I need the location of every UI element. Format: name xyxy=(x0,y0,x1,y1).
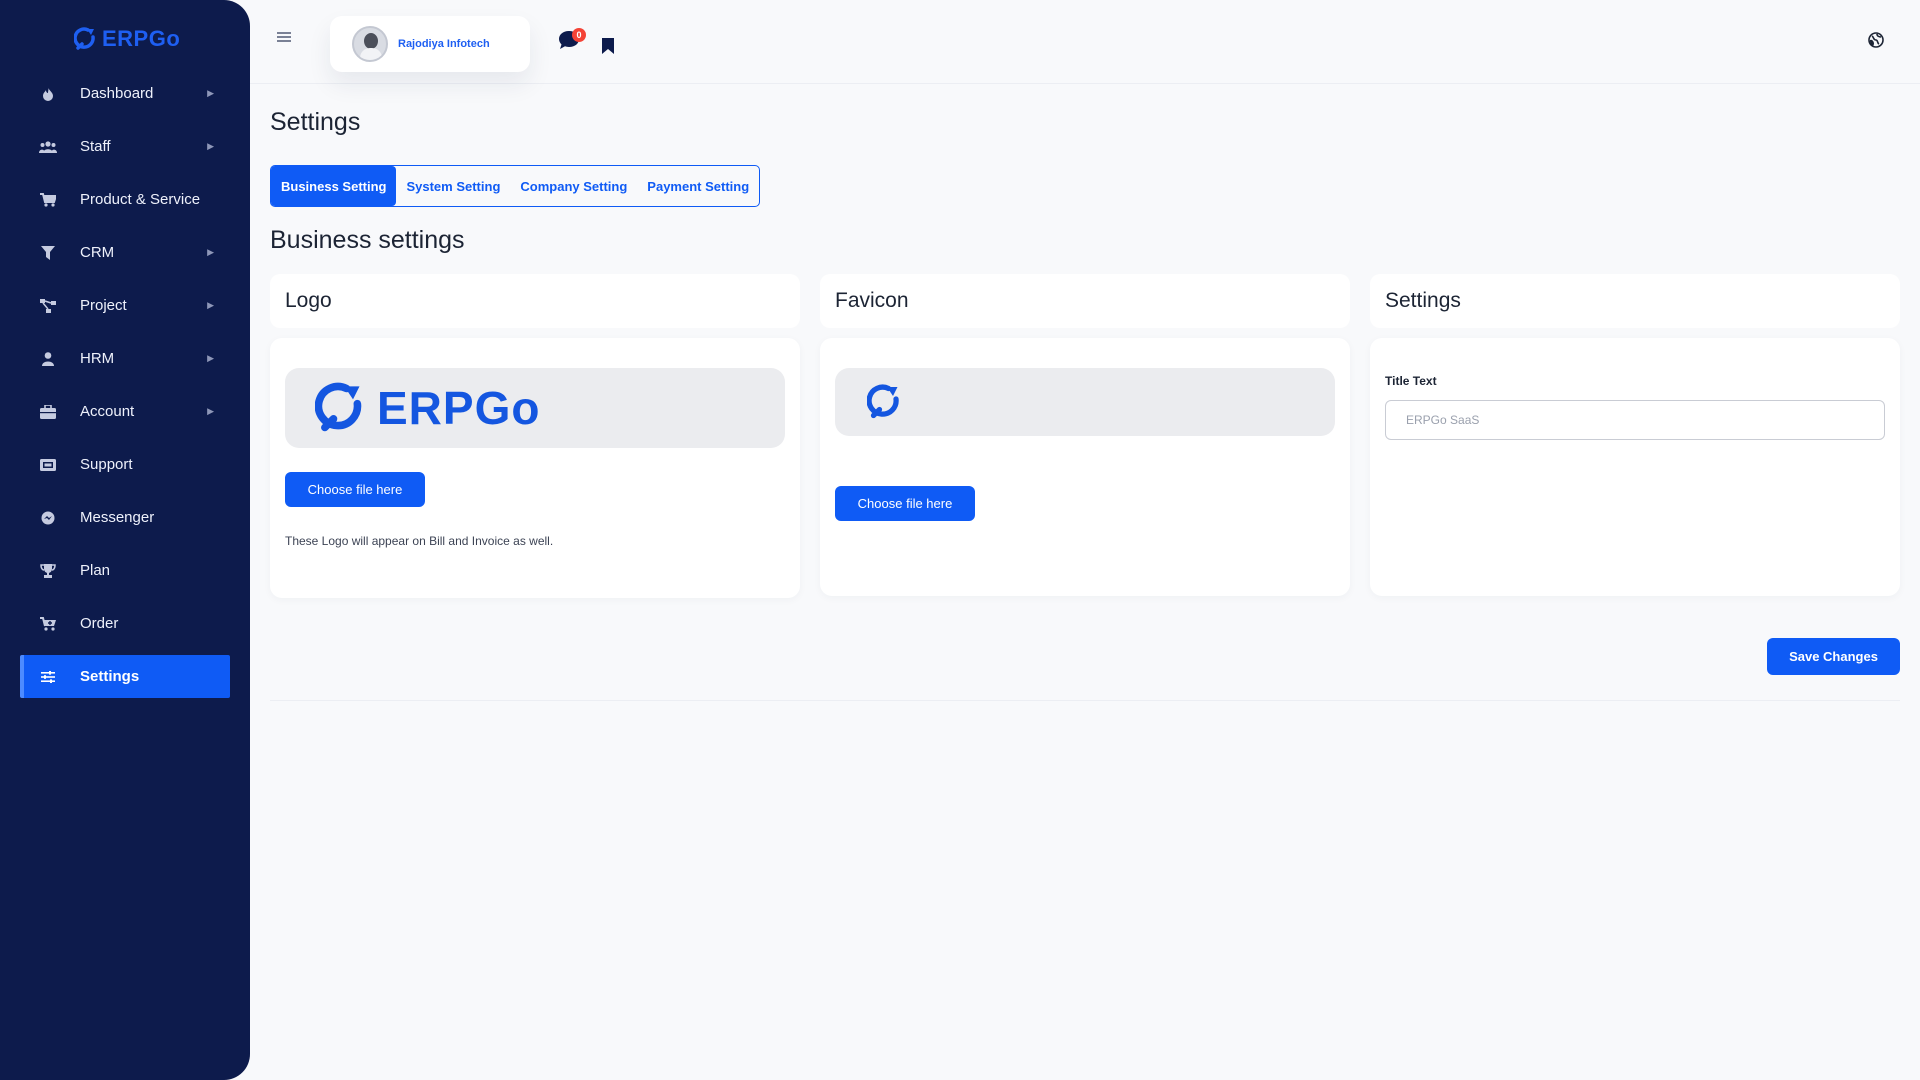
sidebar-item-label: Project xyxy=(80,297,127,314)
messenger-icon xyxy=(34,511,62,525)
sidebar-item-label: Account xyxy=(80,403,135,420)
section-title: Business settings xyxy=(270,226,465,254)
filter-icon xyxy=(34,245,62,260)
cart-plus-icon xyxy=(34,616,62,631)
settings-card: Title Text xyxy=(1370,338,1900,596)
trophy-icon xyxy=(34,563,62,578)
cart-icon xyxy=(34,192,62,207)
sidebar-item-label: Product & Service xyxy=(80,191,201,208)
sidebar: ERPGo Dashboard ▶ Staff ▶ Product & Serv… xyxy=(0,0,250,1080)
tab-system-setting[interactable]: System Setting xyxy=(396,166,510,206)
share-icon xyxy=(34,298,62,313)
chevron-right-icon: ▶ xyxy=(207,141,214,151)
user-name: Rajodiya Infotech xyxy=(398,38,490,50)
chevron-right-icon: ▶ xyxy=(207,353,214,363)
favicon-preview xyxy=(835,368,1335,436)
briefcase-icon xyxy=(34,404,62,419)
sidebar-item-dashboard[interactable]: Dashboard ▶ xyxy=(20,72,230,115)
sidebar-item-staff[interactable]: Staff ▶ xyxy=(20,125,230,168)
sidebar-item-label: HRM xyxy=(80,350,115,367)
title-text-input[interactable] xyxy=(1385,400,1885,440)
erpgo-logo-icon xyxy=(315,382,362,432)
page-title: Settings xyxy=(270,108,361,136)
sidebar-item-label: Plan xyxy=(80,562,111,579)
sidebar-nav: Dashboard ▶ Staff ▶ Product & Service CR… xyxy=(20,72,230,708)
sidebar-item-hrm[interactable]: HRM ▶ xyxy=(20,337,230,380)
erpgo-logo-icon xyxy=(74,27,95,50)
sidebar-item-label: Dashboard xyxy=(80,85,154,102)
avatar xyxy=(352,26,388,62)
chevron-right-icon: ▶ xyxy=(207,300,214,310)
sidebar-item-messenger[interactable]: Messenger xyxy=(20,496,230,539)
title-text-label: Title Text xyxy=(1385,374,1437,388)
logo-preview: ERPGo xyxy=(285,368,785,448)
favicon-card-title: Favicon xyxy=(835,289,909,312)
bookmark-icon[interactable] xyxy=(602,38,614,59)
sliders-icon xyxy=(34,670,62,683)
message-count-badge: 0 xyxy=(572,28,586,42)
tab-company-setting[interactable]: Company Setting xyxy=(510,166,637,206)
sidebar-item-settings[interactable]: Settings xyxy=(20,655,230,698)
language-globe-icon[interactable] xyxy=(1868,32,1884,53)
ticket-icon xyxy=(34,458,62,471)
logo-choose-file-button[interactable]: Choose file here xyxy=(285,472,425,507)
brand-logo[interactable]: ERPGo xyxy=(74,26,180,52)
sidebar-item-order[interactable]: Order xyxy=(20,602,230,645)
settings-tabs: Business Setting System Setting Company … xyxy=(270,165,761,207)
divider xyxy=(270,700,1900,701)
logo-card: ERPGo Choose file here These Logo will a… xyxy=(270,338,800,598)
logo-preview-text: ERPGo xyxy=(377,382,541,434)
sidebar-item-account[interactable]: Account ▶ xyxy=(20,390,230,433)
sidebar-item-label: Settings xyxy=(80,668,140,685)
chevron-right-icon: ▶ xyxy=(207,88,214,98)
brand-name: ERPGo xyxy=(102,26,181,51)
favicon-choose-file-button[interactable]: Choose file here xyxy=(835,486,975,521)
settings-card-title: Settings xyxy=(1385,289,1461,312)
favicon-card: Choose file here xyxy=(820,338,1350,596)
save-changes-button[interactable]: Save Changes xyxy=(1767,638,1900,675)
sidebar-item-product-service[interactable]: Product & Service xyxy=(20,178,230,221)
erpgo-favicon-icon xyxy=(867,384,899,419)
tab-business-setting[interactable]: Business Setting xyxy=(271,166,397,206)
logo-card-title: Logo xyxy=(285,289,332,312)
user-profile-dropdown[interactable]: Rajodiya Infotech xyxy=(330,16,530,72)
sidebar-item-label: Support xyxy=(80,456,133,473)
sidebar-item-label: Staff xyxy=(80,138,111,155)
sidebar-item-label: CRM xyxy=(80,244,115,261)
chevron-right-icon: ▶ xyxy=(207,247,214,257)
tab-payment-setting[interactable]: Payment Setting xyxy=(637,166,759,206)
sidebar-item-crm[interactable]: CRM ▶ xyxy=(20,231,230,274)
sidebar-item-project[interactable]: Project ▶ xyxy=(20,284,230,327)
chevron-right-icon: ▶ xyxy=(207,406,214,416)
sidebar-item-support[interactable]: Support xyxy=(20,443,230,486)
sidebar-item-label: Messenger xyxy=(80,509,155,526)
logo-helper-text: These Logo will appear on Bill and Invoi… xyxy=(285,534,554,548)
logo-card-header: Logo xyxy=(270,274,800,328)
fire-icon xyxy=(34,86,62,101)
favicon-card-header: Favicon xyxy=(820,274,1350,328)
hamburger-menu-icon[interactable] xyxy=(277,32,291,42)
user-icon xyxy=(34,351,62,366)
top-header: Rajodiya Infotech 0 xyxy=(250,0,1920,84)
sidebar-item-plan[interactable]: Plan xyxy=(20,549,230,592)
users-icon xyxy=(34,140,62,153)
settings-card-header: Settings xyxy=(1370,274,1900,328)
messages-button[interactable]: 0 xyxy=(558,28,586,55)
sidebar-item-label: Order xyxy=(80,615,119,632)
